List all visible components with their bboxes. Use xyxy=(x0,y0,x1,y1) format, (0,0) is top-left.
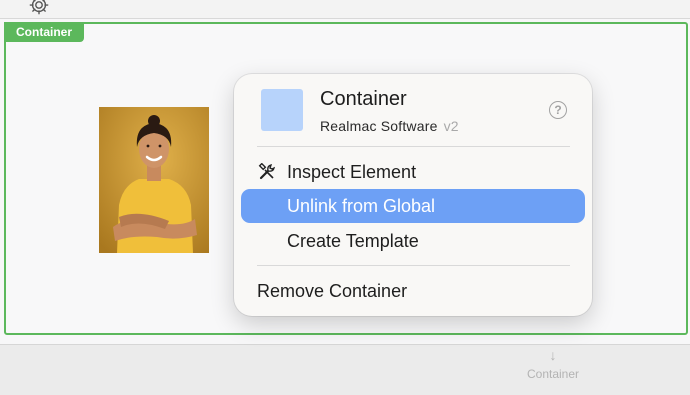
divider xyxy=(257,265,570,266)
add-container-label: Container xyxy=(526,367,580,381)
tools-icon xyxy=(258,163,276,180)
menu-label-template: Create Template xyxy=(287,231,419,251)
top-toolbar xyxy=(0,0,690,19)
menu-item-unlink-from-global[interactable]: Unlink from Global xyxy=(241,189,585,223)
menu-item-remove-container[interactable]: Remove Container xyxy=(241,274,585,308)
menu-label-unlink: Unlink from Global xyxy=(287,196,436,216)
add-container-hint[interactable]: ↓ Container xyxy=(520,348,586,381)
arrow-down-icon: ↓ xyxy=(549,347,557,363)
container-tag[interactable]: Container xyxy=(4,22,85,42)
context-popover: Container Realmac Software v2 ? Inspect E… xyxy=(234,74,592,316)
vendor-name: Realmac Software xyxy=(320,118,438,134)
help-icon[interactable]: ? xyxy=(549,101,567,119)
menu-item-create-template[interactable]: Create Template xyxy=(241,224,585,258)
popover-vendor: Realmac Software v2 xyxy=(320,118,459,134)
version-label: v2 xyxy=(443,118,459,134)
menu-label-remove: Remove Container xyxy=(257,281,408,301)
menu-label-inspect: Inspect Element xyxy=(287,162,417,182)
menu-item-inspect-element[interactable]: Inspect Element xyxy=(241,155,585,189)
component-swatch-icon xyxy=(261,89,303,131)
woman-photo[interactable] xyxy=(99,107,209,253)
divider xyxy=(257,146,570,147)
gear-icon[interactable] xyxy=(28,0,50,16)
popover-title: Container xyxy=(320,88,407,110)
bottom-bar xyxy=(0,344,690,395)
